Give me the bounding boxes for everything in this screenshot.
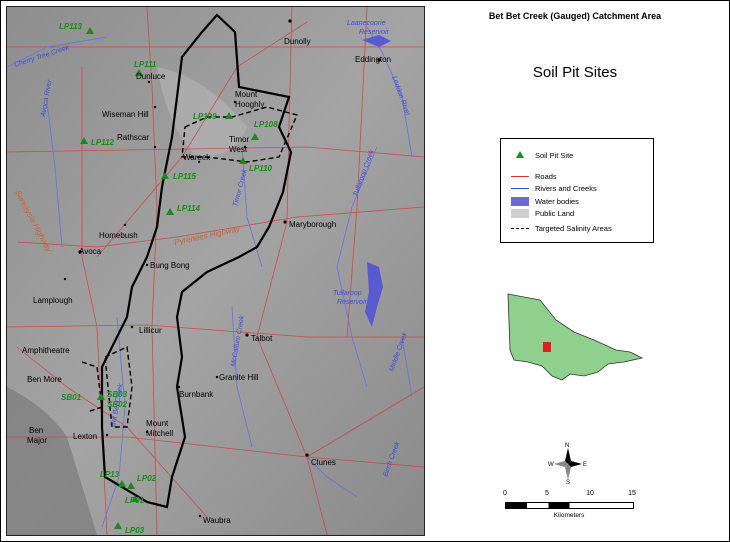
town-label: West [229, 145, 248, 154]
scale-tick-label: 0 [503, 490, 507, 497]
scale-tick-label: 10 [586, 490, 594, 497]
town-label: Dunluce [136, 72, 166, 81]
town-label: Maryborough [289, 220, 336, 229]
compass-icon: N S W E [548, 443, 587, 486]
legend-label: Water bodies [535, 196, 579, 206]
dashed-line-icon [509, 223, 531, 233]
town-label: Waubra [203, 516, 231, 525]
waterway-label: Tullaroop [333, 290, 362, 297]
soil-pit-label: LP114 [177, 204, 201, 213]
legend-label: Roads [535, 171, 557, 181]
town-label: Avoca [79, 247, 102, 256]
legend: Soil Pit Site Roads Rivers and Creeks Wa… [500, 138, 654, 243]
town-label: Ben More [27, 375, 62, 384]
town-label: Mount [235, 90, 258, 99]
soil-pit-label: SB01 [61, 393, 82, 402]
legend-label: Targeted Salinity Areas [535, 223, 612, 233]
road-line-icon [509, 171, 531, 181]
east-label: E [583, 462, 587, 468]
waterway-label: Reservoir [337, 299, 368, 306]
triangle-icon [509, 150, 531, 160]
catchment-map: Dunolly Eddington Dunluce Mount Hooghly … [6, 6, 425, 536]
victoria-locator-map [498, 290, 646, 390]
town-label: Wareek [183, 153, 211, 162]
soil-pit-label: LP03 [125, 526, 145, 535]
town-label: Granite Hill [219, 373, 259, 382]
town-label: Talbot [251, 334, 273, 343]
scale-tick-label: 15 [628, 490, 636, 497]
town-label: Ben [29, 426, 43, 435]
town-label: Mitchell [146, 429, 173, 438]
town-label: Homebush [99, 231, 138, 240]
legend-item-roads: Roads [509, 170, 557, 182]
soil-pit-label: LP108 [254, 120, 278, 129]
map-canvas: Dunolly Eddington Dunluce Mount Hooghly … [7, 7, 424, 535]
legend-item-rivers: Rivers and Creeks [509, 182, 597, 194]
town-label: Eddington [355, 55, 391, 64]
soil-pit-label: LP109 [193, 112, 217, 121]
town-label: Major [27, 436, 47, 445]
legend-item-water-bodies: Water bodies [509, 195, 579, 207]
soil-pit-label: LP110 [249, 164, 273, 173]
soil-pit-label: LP111 [134, 60, 157, 69]
town-label: Wiseman Hill [102, 110, 149, 119]
north-arrow: N S W E [548, 440, 588, 486]
soil-pit-label: LP02 [137, 474, 157, 483]
town-label: Amphitheatre [22, 346, 70, 355]
catchment-locator-marker [543, 342, 551, 352]
legend-item-public-land: Public Land [509, 207, 574, 219]
scale-tick-label: 5 [545, 490, 549, 497]
catchment-title: Bet Bet Creek (Gauged) Catchment Area [488, 11, 662, 21]
water-swatch-icon [509, 196, 531, 206]
victoria-outline [507, 293, 644, 381]
scale-unit-label: Kilometers [553, 512, 585, 519]
town-label: Timor [229, 135, 249, 144]
legend-item-soil-pit: Soil Pit Site [509, 149, 573, 161]
soil-pit-label: LP13 [100, 470, 120, 479]
legend-item-salinity: Targeted Salinity Areas [509, 222, 612, 234]
soil-pit-label: LP01 [125, 496, 145, 505]
public-land-swatch-icon [509, 208, 531, 218]
soil-pit-label: LP112 [91, 138, 115, 147]
waterway-label: Reservoir [359, 29, 390, 36]
scale-bar: 0 5 10 15 Kilometers [497, 490, 641, 530]
map-title: Soil Pit Sites [532, 64, 618, 81]
town-label: Dunolly [284, 37, 311, 46]
town-label: Mount [146, 419, 169, 428]
victoria-shape [507, 293, 644, 381]
legend-label: Rivers and Creeks [535, 183, 597, 193]
town-label: Burnbank [179, 390, 214, 399]
north-label: N [565, 443, 569, 449]
town-label: Clunes [311, 458, 336, 467]
town-label: Hooghly [235, 100, 264, 109]
soil-pit-label: LP115 [173, 172, 197, 181]
soil-pit-label: LP113 [59, 22, 83, 31]
legend-label: Soil Pit Site [535, 150, 574, 160]
town-label: Lamplough [33, 296, 73, 305]
town-label: Bung Bong [150, 261, 190, 270]
west-label: W [548, 462, 554, 468]
town-label: Rathscar [117, 133, 149, 142]
scale-bar-graphic [505, 502, 634, 509]
river-line-icon [509, 183, 531, 193]
south-label: S [566, 480, 570, 484]
town-label: Lexton [73, 432, 97, 441]
legend-label: Public Land [535, 208, 575, 218]
town-label: Lillicur [139, 326, 162, 335]
waterway-label: Laanecoorie [347, 20, 386, 27]
